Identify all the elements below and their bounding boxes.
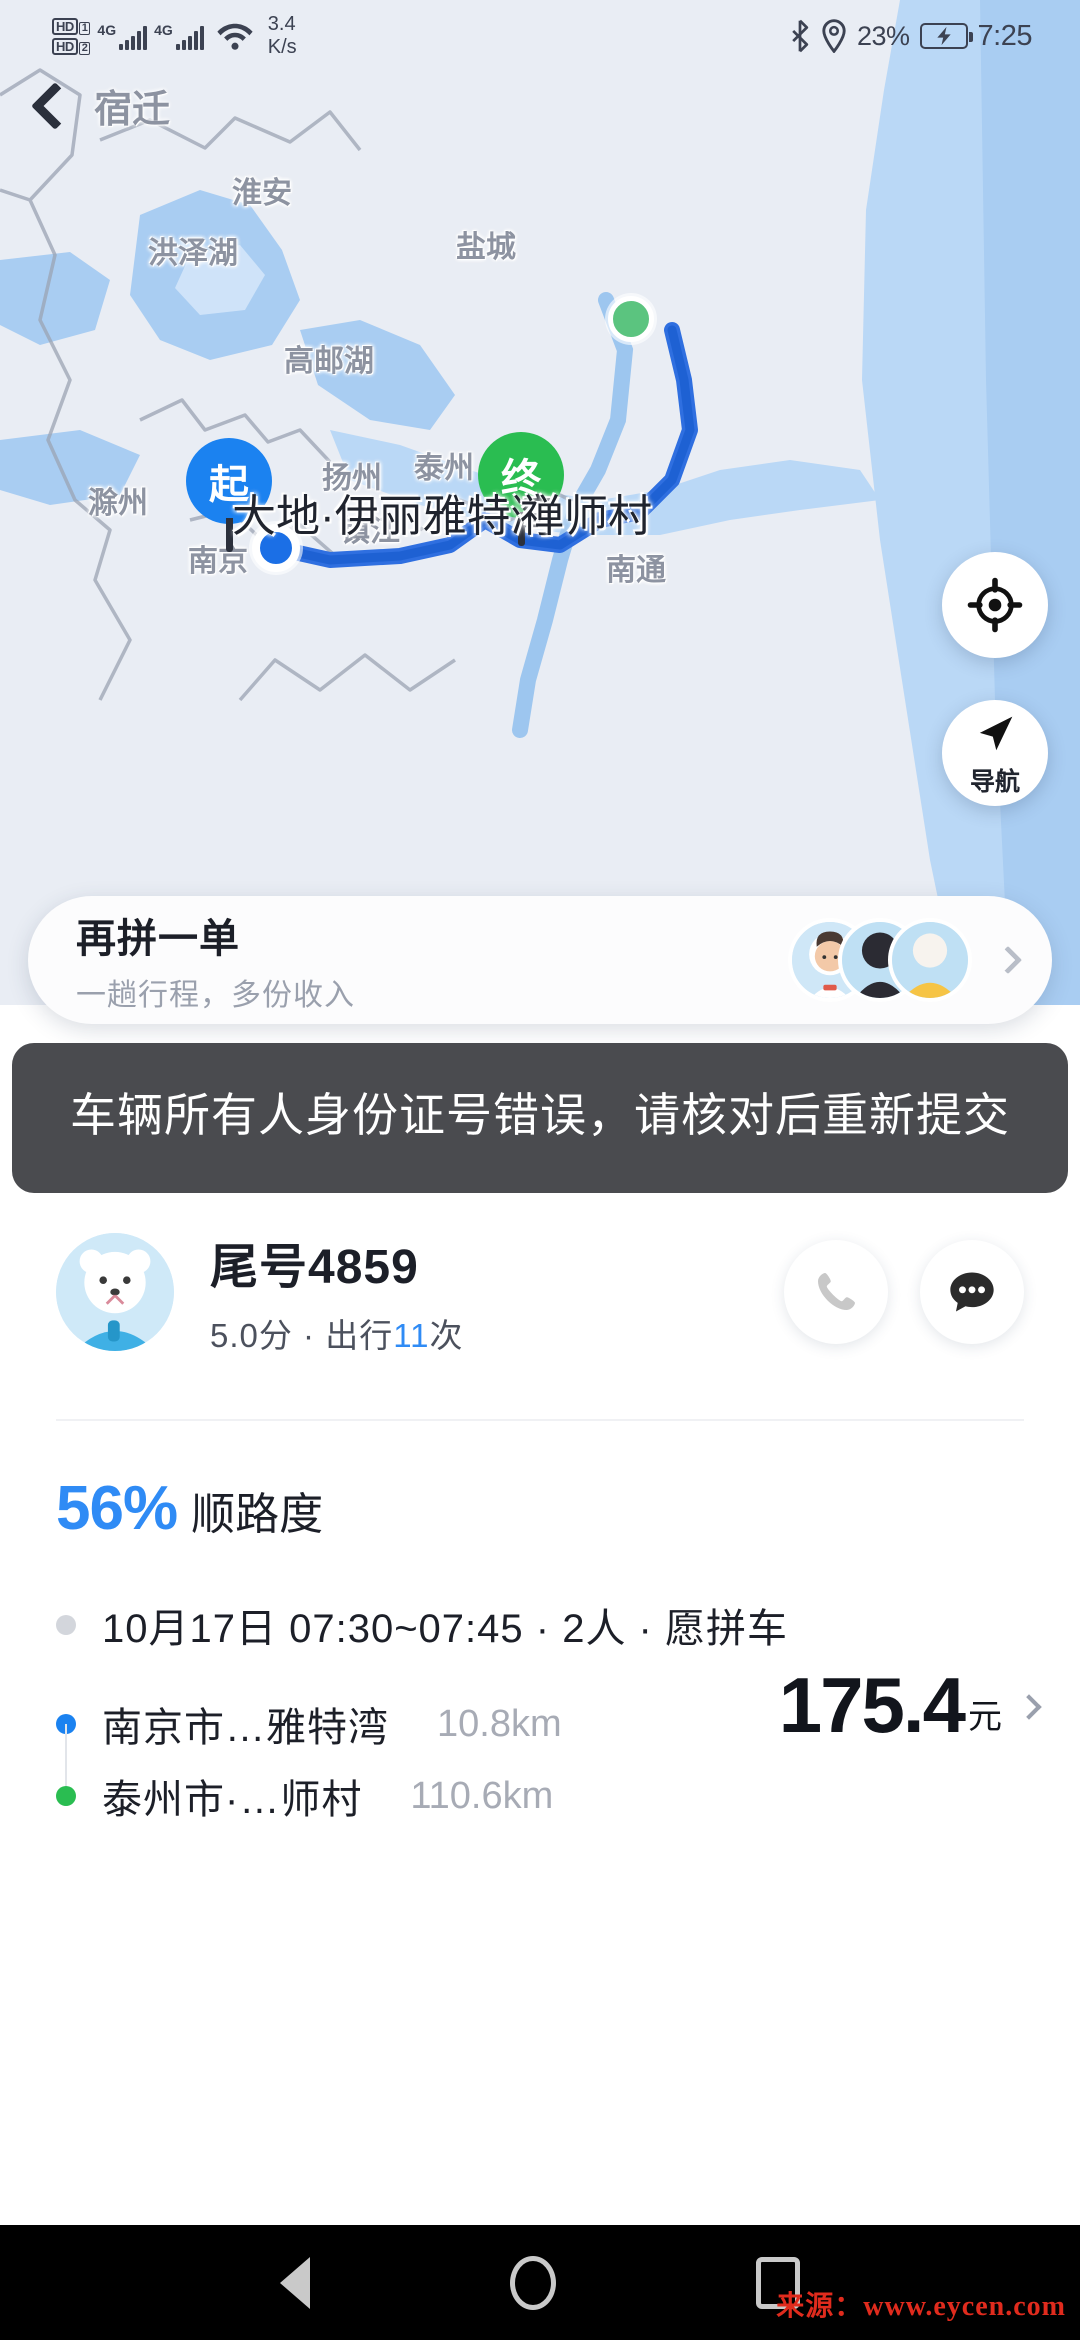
chevron-right-icon [993, 945, 1023, 975]
hd-sim1-label: HD [52, 17, 78, 35]
map-label-yancheng: 盐城 [456, 231, 516, 264]
passenger-name: 尾号4859 [210, 1241, 419, 1294]
signal-sim2: 4G [154, 23, 204, 50]
passenger-actions [784, 1240, 1024, 1344]
battery-percent: 23% [857, 20, 910, 51]
navigate-button-label: 导航 [969, 768, 1020, 796]
clock-time: 7:25 [977, 19, 1033, 52]
hd-indicators: HD 1 HD 2 [52, 17, 91, 55]
trips-count: 11 [393, 1317, 430, 1354]
map-label-gaoyouhu: 高邮湖 [284, 345, 374, 378]
chat-bubble-icon [950, 1272, 994, 1312]
origin-name: 南京市…雅特湾 [102, 1706, 389, 1750]
nav-home-button[interactable] [510, 2255, 556, 2310]
chevron-left-icon [30, 81, 80, 130]
map-label-hongzehu: 洪泽湖 [148, 237, 238, 270]
trip-details: 10月17日 07:30~07:45 · 2人 · 愿拼车 南京市…雅特湾 10… [0, 1544, 1080, 1832]
map-view[interactable]: 淮安 洪泽湖 盐城 高邮湖 扬州 泰州 滁州 镇江 南京 南通 起 终 大地·伊… [0, 0, 1080, 1005]
passenger-rating: 5.0分 [210, 1317, 293, 1354]
map-label-suqian: 宿迁 [94, 89, 171, 131]
passenger-avatar[interactable] [56, 1233, 174, 1351]
map-poi-destination: 禅师村 [520, 492, 652, 541]
hd-sim1-number: 1 [78, 21, 91, 35]
network-type-2: 4G [154, 21, 173, 38]
destination-distance: 110.6km [410, 1774, 554, 1817]
repair-order-title: 再拼一单 [76, 917, 240, 961]
trip-time-row: 10月17日 07:30~07:45 · 2人 · 愿拼车 [56, 1596, 1080, 1654]
price-block[interactable]: 175.4 元 [778, 1661, 1042, 1749]
signal-bars-2-icon [175, 24, 204, 50]
hd-sim2-number: 2 [78, 41, 91, 55]
signal-sim1: 4G [97, 21, 148, 50]
charging-bolt-icon [936, 26, 951, 46]
battery-icon [919, 23, 973, 49]
match-label: 顺路度 [191, 1490, 324, 1539]
network-speed-unit: K/s [267, 36, 297, 58]
destination-bullet-icon [56, 1786, 76, 1806]
destination-name: 泰州市·…师村 [102, 1778, 363, 1822]
network-speed: 3.4 K/s [268, 13, 297, 59]
passenger-info: 尾号4859 5.0分 · 出行11次 [210, 1227, 463, 1357]
signal-bars-1-icon [119, 24, 148, 50]
bluetooth-icon [792, 19, 809, 53]
locate-button[interactable] [942, 552, 1048, 658]
time-bullet-icon [56, 1615, 76, 1635]
trips-suffix: 次 [429, 1317, 464, 1354]
price-amount: 175.4 [778, 1661, 966, 1749]
network-speed-value: 3.4 [267, 13, 296, 35]
repair-order-card[interactable]: 再拼一单 一趟行程，多份收入 [28, 896, 1052, 1024]
trip-datetime: 10月17日 07:30~07:45 · 2人 · 愿拼车 [102, 1607, 788, 1651]
repair-order-texts: 再拼一单 一趟行程，多份收入 [76, 906, 355, 1014]
hd-sim1: HD 1 [52, 17, 91, 35]
meta-separator: · [303, 1317, 316, 1354]
hd-sim2: HD 2 [52, 37, 91, 55]
status-bar: HD 1 HD 2 4G 4G 3.4 K/s 23% 7:25 [0, 0, 1080, 72]
navigation-arrow-icon [979, 716, 1013, 751]
repair-order-subtitle: 一趟行程，多份收入 [76, 979, 355, 1012]
call-button[interactable] [784, 1240, 888, 1344]
phone-screen: 淮安 洪泽湖 盐城 高邮湖 扬州 泰州 滁州 镇江 南京 南通 起 终 大地·伊… [0, 0, 1080, 2340]
match-percent: 56% [56, 1474, 178, 1543]
map-label-nantong: 南通 [606, 554, 666, 587]
passenger-meta: 5.0分 · 出行11次 [210, 1309, 463, 1357]
trips-prefix: 出行 [325, 1317, 394, 1354]
avatar [888, 918, 972, 1002]
route-row-destination: 泰州市·…师村 110.6km [56, 1760, 1080, 1832]
route-connector [65, 1724, 67, 1786]
nav-back-button[interactable] [280, 2256, 310, 2309]
map-label-chuzhou: 滁州 [88, 487, 148, 520]
chevron-right-icon [1016, 1694, 1042, 1720]
repair-order-avatars [788, 918, 972, 1002]
status-bar-left: HD 1 HD 2 4G 4G 3.4 K/s [0, 13, 297, 59]
wifi-icon [217, 23, 253, 50]
route-waypoint-dot [608, 296, 654, 342]
network-type-1: 4G [97, 21, 117, 38]
back-button[interactable]: 宿迁 [30, 78, 171, 133]
navigate-button[interactable]: 导航 [942, 700, 1048, 806]
source-watermark: 来源：www.eycen.com [776, 2291, 1066, 2322]
location-icon [822, 19, 846, 53]
origin-distance: 10.8km [437, 1702, 562, 1745]
message-button[interactable] [920, 1240, 1024, 1344]
hd-sim2-label: HD [52, 37, 78, 55]
status-bar-right: 23% 7:25 [789, 19, 1080, 53]
crosshair-icon [967, 577, 1023, 633]
match-degree-row: 56% 顺路度 [0, 1421, 1080, 1544]
price-currency: 元 [968, 1698, 1002, 1736]
error-toast: 车辆所有人身份证号错误，请核对后重新提交 [12, 1043, 1068, 1193]
phone-icon [818, 1273, 855, 1310]
map-poi-origin: 大地·伊丽雅特湾 [232, 492, 555, 541]
map-label-huaian: 淮安 [232, 177, 292, 210]
